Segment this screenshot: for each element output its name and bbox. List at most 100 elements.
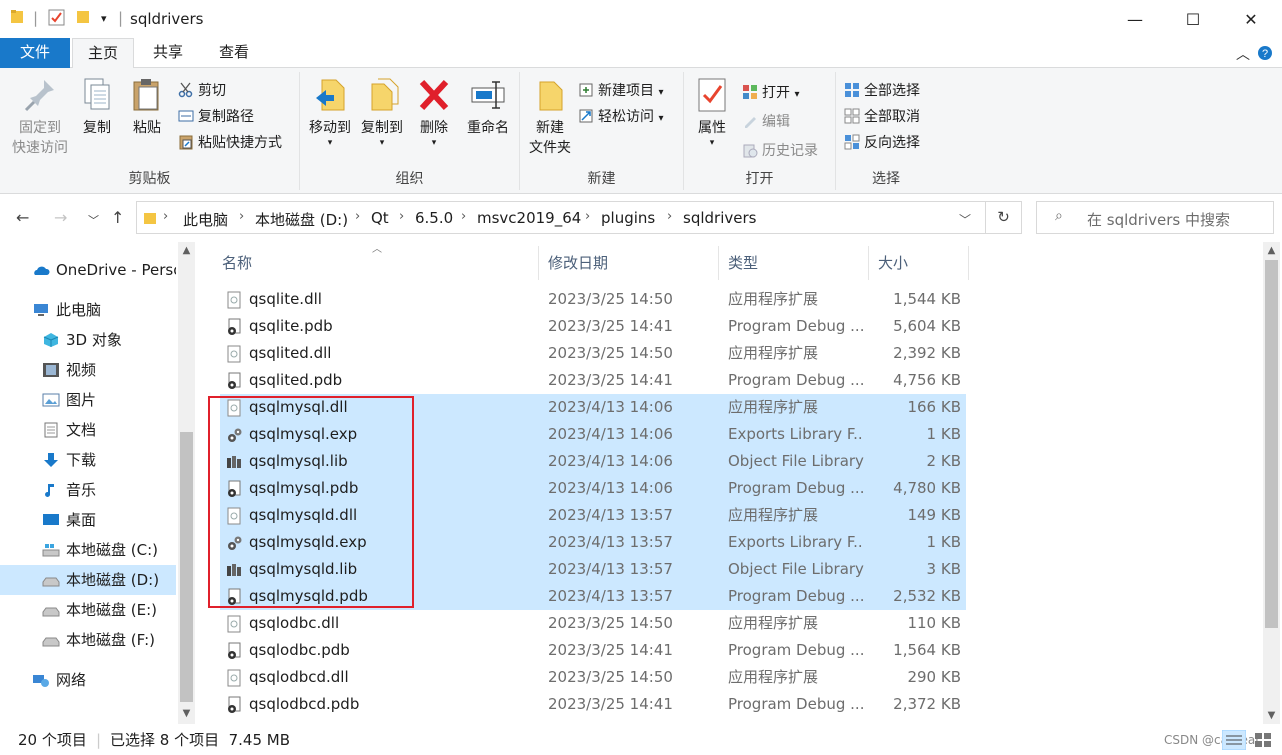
breadcrumb-plugins[interactable]: plugins <box>601 209 655 227</box>
back-arrow-icon[interactable]: ← <box>16 208 29 227</box>
rename-button[interactable]: 重命名 <box>460 76 516 138</box>
file-row[interactable]: qsqlmysqld.dll 2023/4/13 13:57 应用程序扩展 149 K… <box>220 502 966 529</box>
recent-locations-icon[interactable]: ﹀ <box>88 212 99 228</box>
file-row[interactable]: qsqlmysql.pdb 2023/4/13 14:06 Program Debu… <box>220 475 966 502</box>
column-divider[interactable] <box>538 246 539 280</box>
open-button[interactable]: 打开 ▾ <box>742 82 799 104</box>
new-item-button[interactable]: 新建项目 ▾ <box>578 80 663 102</box>
breadcrumb-msvc[interactable]: msvc2019_64 <box>477 209 581 227</box>
file-row[interactable]: qsqlodbc.pdb 2023/3/25 14:41 Program Debug… <box>220 637 966 664</box>
nav-drive-f[interactable]: 本地磁盘 (F:) <box>0 625 176 655</box>
column-divider[interactable] <box>718 246 719 280</box>
move-to-button[interactable]: 移动到 ▾ <box>304 76 356 148</box>
breadcrumb-qt[interactable]: Qt <box>371 209 389 227</box>
help-icon[interactable]: ? <box>1257 45 1273 61</box>
nav-drive-e[interactable]: 本地磁盘 (E:) <box>0 595 176 625</box>
tab-share[interactable]: 共享 <box>138 38 198 68</box>
tab-view[interactable]: 查看 <box>204 38 264 68</box>
breadcrumb-separator[interactable]: › <box>667 209 672 224</box>
nav-3d-objects[interactable]: 3D 对象 <box>0 325 176 355</box>
nav-drive-c[interactable]: 本地磁盘 (C:) <box>0 535 176 565</box>
nav-network[interactable]: 网络 <box>0 665 176 695</box>
select-none-button[interactable]: 全部取消 <box>844 106 920 128</box>
file-list-scrollbar[interactable]: ▲ ▼ <box>1263 242 1280 724</box>
column-header-name[interactable]: 名称 <box>222 252 252 273</box>
column-divider[interactable] <box>868 246 869 280</box>
invert-selection-button[interactable]: 反向选择 <box>844 132 920 154</box>
new-folder-button[interactable]: 新建 文件夹 <box>524 76 576 158</box>
nav-music[interactable]: 音乐 <box>0 475 176 505</box>
select-all-button[interactable]: 全部选择 <box>844 80 920 102</box>
collapse-ribbon-icon[interactable]: ︿ <box>1236 44 1250 64</box>
forward-arrow-icon[interactable]: → <box>54 208 67 227</box>
file-row[interactable]: qsqlited.dll 2023/3/25 14:50 应用程序扩展 2,392 K… <box>220 340 966 367</box>
file-row[interactable]: qsqlmysql.dll 2023/4/13 14:06 应用程序扩展 166 KB <box>220 394 966 421</box>
address-dropdown-icon[interactable]: ﹀ <box>959 211 971 228</box>
edit-button[interactable]: 编辑 <box>742 111 790 133</box>
nav-pictures[interactable]: 图片 <box>0 385 176 415</box>
breadcrumb-separator[interactable]: › <box>355 209 360 224</box>
minimize-button[interactable]: — <box>1106 0 1164 38</box>
nav-onedrive[interactable]: OneDrive - Perso <box>0 255 176 285</box>
nav-desktop[interactable]: 桌面 <box>0 505 176 535</box>
paste-button[interactable]: 粘贴 <box>124 76 170 138</box>
cut-button[interactable]: 剪切 <box>178 80 226 102</box>
column-header-size[interactable]: 大小 <box>878 252 908 273</box>
close-button[interactable]: ✕ <box>1222 0 1280 38</box>
maximize-button[interactable]: ☐ <box>1164 0 1222 38</box>
file-list-scroll-thumb[interactable] <box>1265 260 1278 628</box>
pin-quick-access-button[interactable]: 固定到 快速访问 <box>8 76 72 158</box>
large-icons-view-icon[interactable] <box>1252 730 1274 750</box>
qat-dropdown-icon[interactable]: ▾ <box>101 12 107 25</box>
breadcrumb-drive-d[interactable]: 本地磁盘 (D:) <box>255 209 348 230</box>
refresh-button[interactable]: ↻ <box>986 201 1022 234</box>
file-row[interactable]: qsqlmysql.exp 2023/4/13 14:06 Exports Libr… <box>220 421 966 448</box>
copy-to-button[interactable]: 复制到 ▾ <box>356 76 408 148</box>
file-row[interactable]: qsqlited.pdb 2023/3/25 14:41 Program Debug… <box>220 367 966 394</box>
tab-file[interactable]: 文件 <box>0 38 70 68</box>
address-bar[interactable]: › 此电脑 › 本地磁盘 (D:) › Qt › 6.5.0 › msvc201… <box>136 201 986 234</box>
up-arrow-icon[interactable]: ↑ <box>111 208 124 227</box>
nav-pane-scroll-thumb[interactable] <box>180 432 193 702</box>
file-row[interactable]: qsqlodbcd.dll 2023/3/25 14:50 应用程序扩展 290 KB <box>220 664 966 691</box>
nav-downloads[interactable]: 下载 <box>0 445 176 475</box>
file-row[interactable]: qsqlodbc.dll 2023/3/25 14:50 应用程序扩展 110 KB <box>220 610 966 637</box>
nav-pane-scrollbar[interactable]: ▲ ▼ <box>178 242 195 724</box>
nav-documents[interactable]: 文档 <box>0 415 176 445</box>
scroll-up-arrow-icon[interactable]: ▲ <box>1263 242 1280 259</box>
file-row[interactable]: qsqlmysqld.lib 2023/4/13 13:57 Object File… <box>220 556 966 583</box>
file-row[interactable]: qsqlodbcd.pdb 2023/3/25 14:41 Program Debu… <box>220 691 966 718</box>
breadcrumb-separator[interactable]: › <box>239 209 244 224</box>
file-row[interactable]: qsqlmysqld.exp 2023/4/13 13:57 Exports Lib… <box>220 529 966 556</box>
file-row[interactable]: qsqlmysqld.pdb 2023/4/13 13:57 Program Deb… <box>220 583 966 610</box>
properties-button[interactable]: 属性 ▾ <box>690 76 734 148</box>
column-header-date[interactable]: 修改日期 <box>548 252 608 273</box>
copy-button[interactable]: 复制 <box>76 76 118 138</box>
file-row[interactable]: qsqlite.pdb 2023/3/25 14:41 Program Debug … <box>220 313 966 340</box>
file-row[interactable]: qsqlmysql.lib 2023/4/13 14:06 Object File … <box>220 448 966 475</box>
delete-button[interactable]: 删除 ▾ <box>414 76 454 148</box>
column-header-type[interactable]: 类型 <box>728 252 758 273</box>
breadcrumb-separator[interactable]: › <box>461 209 466 224</box>
breadcrumb-version[interactable]: 6.5.0 <box>415 209 453 227</box>
history-button[interactable]: 历史记录 <box>742 140 818 162</box>
column-divider[interactable] <box>968 246 969 280</box>
tab-home[interactable]: 主页 <box>72 38 134 69</box>
details-view-icon[interactable] <box>1222 730 1246 750</box>
search-input[interactable]: ⌕ 在 sqldrivers 中搜索 <box>1036 201 1274 234</box>
new-folder-icon[interactable] <box>76 9 90 25</box>
nav-drive-d[interactable]: 本地磁盘 (D:) <box>0 565 176 595</box>
properties-check-icon[interactable] <box>48 9 66 27</box>
breadcrumb-separator[interactable]: › <box>585 209 590 224</box>
file-row[interactable]: qsqlite.dll 2023/3/25 14:50 应用程序扩展 1,544 KB <box>220 286 966 313</box>
breadcrumb-separator[interactable]: › <box>399 209 404 224</box>
nav-this-pc[interactable]: 此电脑 <box>0 295 176 325</box>
breadcrumb-sqldrivers[interactable]: sqldrivers <box>683 209 756 227</box>
easy-access-button[interactable]: 轻松访问 ▾ <box>578 106 663 128</box>
scroll-up-arrow-icon[interactable]: ▲ <box>178 242 195 259</box>
scroll-down-arrow-icon[interactable]: ▼ <box>178 705 195 722</box>
breadcrumb-separator[interactable]: › <box>163 209 168 224</box>
breadcrumb-this-pc[interactable]: 此电脑 <box>183 209 228 230</box>
nav-videos[interactable]: 视频 <box>0 355 176 385</box>
copy-path-button[interactable]: 复制路径 <box>178 106 254 128</box>
